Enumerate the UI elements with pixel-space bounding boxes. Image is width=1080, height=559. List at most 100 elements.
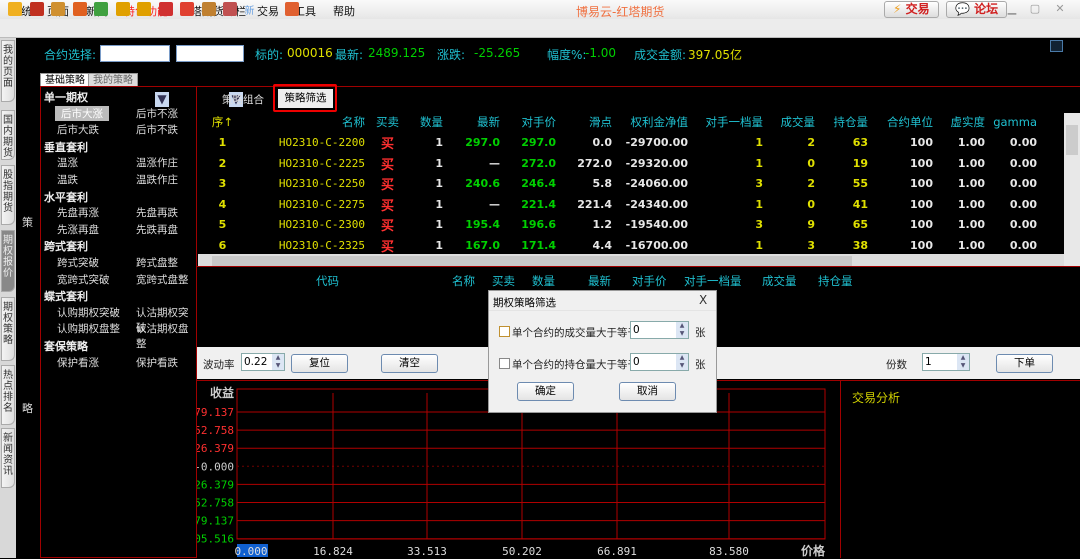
column-header[interactable]: 最新 bbox=[443, 112, 500, 133]
left-tab[interactable]: 股指期货 bbox=[1, 165, 15, 225]
zoom-in-icon[interactable] bbox=[115, 2, 130, 16]
column-header[interactable]: gamma bbox=[985, 112, 1037, 133]
strategy-item[interactable]: 后市大跌 bbox=[57, 122, 99, 137]
table-row[interactable]: 1 HO2310-C-2200 买 1 297.0 297.0 0.0 -29700.00 1 2… bbox=[200, 133, 1037, 154]
table-cell: 1 bbox=[435, 238, 443, 252]
table-row[interactable]: 4 HO2310-C-2275 买 1 — 221.4 221.4 -24340.00 1 0 41… bbox=[200, 194, 1037, 215]
filter-icon[interactable] bbox=[223, 2, 237, 16]
column-header[interactable]: 名称 bbox=[245, 112, 365, 133]
reset-button[interactable]: 复位 bbox=[291, 354, 348, 373]
strategy-item[interactable]: 先盘再涨 bbox=[57, 205, 99, 220]
strategy-item[interactable]: 宽跨式突破 bbox=[57, 272, 110, 287]
column-header[interactable]: 对手价 bbox=[500, 112, 557, 133]
table-row[interactable]: 6 HO2310-C-2325 买 1 167.0 171.4 4.4 -16700.00 1 3… bbox=[200, 235, 1037, 256]
restore-panel-icon[interactable] bbox=[1050, 40, 1063, 52]
spin-arrows-icon[interactable]: ▲ ▼ bbox=[272, 354, 284, 370]
table-cell: -16700.00 bbox=[625, 238, 688, 252]
vol-spinner[interactable]: 0.22 ▲ ▼ bbox=[241, 353, 285, 371]
strategy-item[interactable]: 保护看跌 bbox=[136, 355, 178, 370]
zoom-out-icon[interactable] bbox=[137, 2, 151, 16]
news-icon[interactable]: 新 bbox=[245, 2, 259, 17]
spin-arrows-icon[interactable]: ▲ ▼ bbox=[676, 322, 688, 338]
strategy-item[interactable]: 先涨再盘 bbox=[57, 222, 99, 237]
f10-icon[interactable] bbox=[72, 2, 87, 16]
oi-spinner[interactable]: 0 ▲ ▼ bbox=[630, 353, 689, 371]
menu-item[interactable]: 帮助 bbox=[333, 3, 355, 19]
strategy-group: 跨式套利 bbox=[44, 240, 88, 254]
pen-icon[interactable] bbox=[180, 2, 194, 16]
column-header[interactable]: 滑点 bbox=[556, 112, 612, 133]
minimize-button[interactable]: ▁ bbox=[1004, 2, 1020, 16]
column-header[interactable]: 序↑ bbox=[200, 112, 245, 133]
strategy-item[interactable]: 温跌作庄 bbox=[136, 172, 178, 187]
strategy-item[interactable]: 先跌再盘 bbox=[136, 222, 178, 237]
spin-arrows-icon[interactable]: ▲ ▼ bbox=[957, 354, 969, 370]
scroll-thumb[interactable] bbox=[212, 256, 852, 266]
column-header[interactable]: 虚实度 bbox=[933, 112, 986, 133]
order-button[interactable]: 下单 bbox=[996, 354, 1053, 373]
volume-spinner[interactable]: 0 ▲ ▼ bbox=[630, 321, 689, 339]
left-tab[interactable]: 期权策略 bbox=[1, 297, 15, 361]
strategy-item[interactable]: 后市大涨 bbox=[55, 105, 109, 121]
volume-checkbox[interactable] bbox=[499, 326, 510, 337]
strategy-item[interactable]: 先盘再跌 bbox=[136, 205, 178, 220]
column-header[interactable]: 持仓量 bbox=[815, 112, 869, 133]
table-cell: 1 bbox=[218, 136, 227, 150]
left-tab[interactable]: 热点排名 bbox=[1, 365, 15, 425]
strategy-item[interactable]: 温涨作庄 bbox=[136, 155, 178, 170]
table-row[interactable]: 2 HO2310-C-2225 买 1 — 272.0 272.0 -29320.00 1 0 19… bbox=[200, 153, 1037, 174]
table-row[interactable]: 3 HO2310-C-2250 买 1 240.6 246.4 5.8 -24060.00 3 2… bbox=[200, 174, 1037, 195]
month-select[interactable]: 2310(7天) ▼ bbox=[176, 45, 244, 107]
ok-button[interactable]: 确定 bbox=[517, 382, 574, 401]
left-tab[interactable]: 国内期货 bbox=[1, 110, 15, 160]
x-tick-label: 50.202 bbox=[502, 545, 542, 558]
strategy-item[interactable]: 温涨 bbox=[57, 155, 78, 170]
table-row[interactable]: 5 HO2310-C-2300 买 1 195.4 196.6 1.2 -19540.00 3 9… bbox=[200, 215, 1037, 236]
strategy-item[interactable]: 跨式突破 bbox=[57, 255, 99, 270]
bell-icon[interactable] bbox=[201, 2, 216, 16]
notebook-icon[interactable] bbox=[51, 2, 65, 16]
tab-my-strategy[interactable]: 我的策略 bbox=[88, 73, 138, 87]
tab-basic-strategy[interactable]: 基础策略 bbox=[40, 73, 90, 87]
clear-button[interactable]: 清空 bbox=[381, 354, 438, 373]
window-icon[interactable] bbox=[158, 2, 173, 16]
close-button[interactable]: ✕ bbox=[1052, 2, 1068, 16]
qty-spinner[interactable]: 1 ▲ ▼ bbox=[922, 353, 970, 371]
column-header[interactable]: 合约单位 bbox=[868, 112, 933, 133]
column-header[interactable]: 成交量 bbox=[763, 112, 816, 133]
y-axis-label: 收益 bbox=[210, 385, 234, 400]
cancel-button[interactable]: 取消 bbox=[619, 382, 676, 401]
column-header[interactable]: 对手一档量 bbox=[688, 112, 764, 133]
close-icon[interactable]: X bbox=[699, 293, 707, 307]
tab-strategy-filter[interactable]: 策略筛选 bbox=[278, 89, 333, 108]
column-header[interactable]: 权利金净值 bbox=[612, 112, 689, 133]
scroll-thumb[interactable] bbox=[1066, 125, 1078, 155]
column-header[interactable]: 数量 bbox=[410, 112, 443, 133]
left-tab[interactable]: 我的页面 bbox=[1, 40, 15, 102]
left-tab[interactable]: 新闻资讯 bbox=[1, 428, 15, 488]
oi-checkbox[interactable] bbox=[499, 358, 510, 369]
calendar-icon[interactable] bbox=[285, 2, 299, 16]
strategy-item[interactable]: 温跌 bbox=[57, 172, 78, 187]
strategy-item[interactable]: 认沽期权盘整 bbox=[136, 321, 196, 351]
tab-strategy-combo[interactable]: 策略组合 bbox=[222, 92, 264, 107]
forum-button[interactable]: 💬 论坛 bbox=[946, 1, 1008, 18]
strategy-item[interactable]: 跨式盘整 bbox=[136, 255, 178, 270]
column-header[interactable]: 买卖 bbox=[365, 112, 410, 133]
home-icon[interactable] bbox=[29, 2, 44, 16]
menu-item[interactable]: 交易 bbox=[257, 3, 279, 19]
left-tab[interactable]: 期权报价 bbox=[1, 230, 15, 292]
strategy-item[interactable]: 后市不涨 bbox=[136, 106, 178, 121]
trade-button[interactable]: ⚡ 交易 bbox=[884, 1, 939, 18]
refresh-icon[interactable] bbox=[94, 2, 108, 16]
contract-select[interactable]: HO ▼ bbox=[100, 45, 170, 107]
table-cell: 2 bbox=[218, 156, 227, 170]
strategy-item[interactable]: 宽跨式盘整 bbox=[136, 272, 189, 287]
strategy-item[interactable]: 保护看涨 bbox=[57, 355, 99, 370]
strategy-item[interactable]: 认购期权突破 bbox=[57, 305, 120, 320]
strategy-item[interactable]: 认购期权盘整 bbox=[57, 321, 120, 336]
maximize-button[interactable]: ▢ bbox=[1027, 2, 1043, 16]
back-icon[interactable] bbox=[8, 2, 22, 16]
strategy-item[interactable]: 后市不跌 bbox=[136, 122, 178, 137]
spin-arrows-icon[interactable]: ▲ ▼ bbox=[676, 354, 688, 370]
